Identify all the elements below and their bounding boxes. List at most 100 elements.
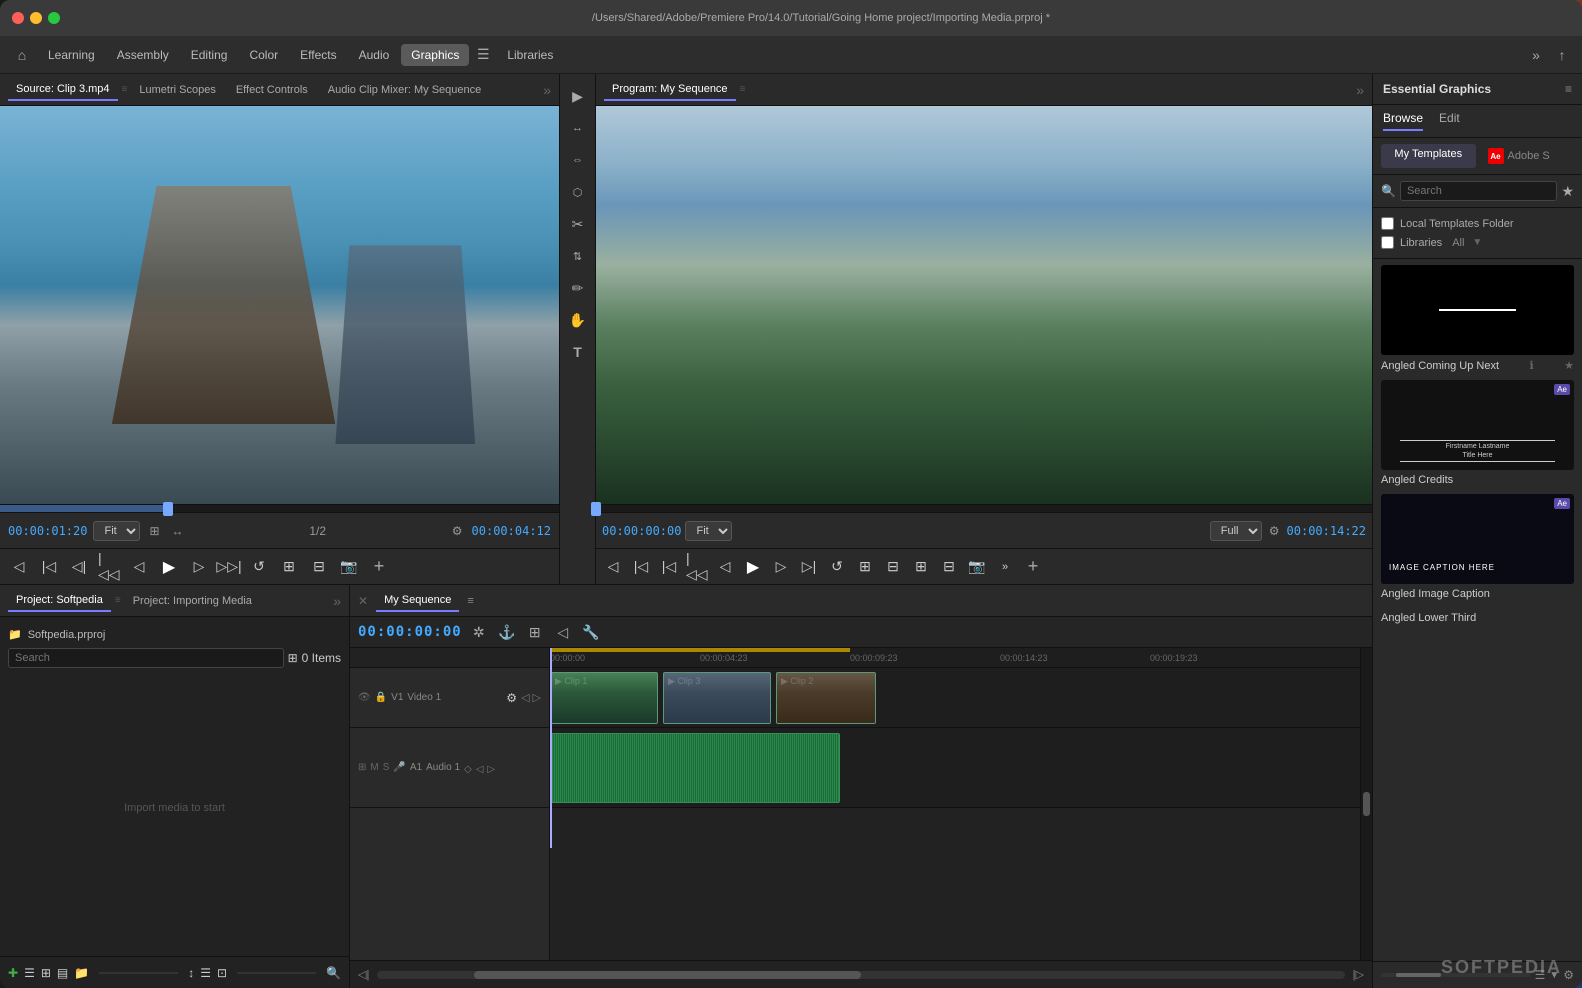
timeline-scroll-thumb[interactable] (474, 971, 861, 979)
program-safe-margin[interactable]: ⊞ (854, 556, 876, 578)
audio-next-btn[interactable]: ▷ (487, 764, 495, 775)
timeline-timecode[interactable]: 00:00:00:00 (358, 624, 462, 640)
program-prev[interactable]: |◁ (630, 556, 652, 578)
source-step-frame-back[interactable]: ◁ (128, 556, 150, 578)
timeline-horizontal-scroll[interactable] (377, 971, 1344, 979)
program-more[interactable]: » (994, 556, 1016, 578)
video-eye-icon[interactable]: 👁 (358, 692, 371, 703)
source-mark-in[interactable]: ◁ (8, 556, 30, 578)
timeline-scroll-handle[interactable] (1363, 792, 1370, 816)
audio-mute-icon[interactable]: ⊞ (358, 762, 366, 773)
menu-item-audio[interactable]: Audio (349, 44, 400, 66)
eg-search-input[interactable] (1400, 181, 1557, 201)
source-timecode[interactable]: 00:00:01:20 (8, 524, 87, 538)
program-step-frame-fwd[interactable]: ▷ (770, 556, 792, 578)
program-quality-dropdown[interactable]: Full (1210, 521, 1262, 541)
libraries-dropdown[interactable]: ▼ (1472, 237, 1482, 248)
audio-settings-icon[interactable]: M (370, 762, 378, 773)
audio-mic-icon[interactable]: 🎤 (393, 762, 405, 773)
sequence-menu[interactable]: ≡ (467, 595, 473, 607)
more-options-button[interactable]: » (1524, 43, 1548, 67)
program-loop[interactable]: ↺ (826, 556, 848, 578)
source-ctrl-3[interactable]: ⚙ (449, 522, 466, 540)
timeline-add-markers[interactable]: ⊞ (524, 621, 546, 643)
template-1-star[interactable]: ★ (1564, 359, 1574, 372)
program-step-fwd[interactable]: ▷| (798, 556, 820, 578)
tool-ripple-edit[interactable]: ⇔ (564, 146, 592, 174)
video-prev-btn[interactable]: ◁ (521, 691, 529, 704)
program-overwrite[interactable]: ⊟ (938, 556, 960, 578)
program-ctrl-1[interactable]: ⚙ (1266, 522, 1283, 540)
video-clip-1[interactable]: ▶ Clip 1 (550, 672, 658, 724)
timeline-playhead[interactable] (550, 648, 552, 848)
video-clip-2[interactable]: ▶ Clip 2 (776, 672, 876, 724)
tab-source-clip[interactable]: Source: Clip 3.mp4 (8, 79, 118, 101)
template-1-info[interactable]: ℹ (1529, 359, 1533, 372)
minimize-button[interactable] (30, 12, 42, 24)
tab-effect-controls[interactable]: Effect Controls (228, 80, 316, 100)
menu-item-graphics[interactable]: Graphics (401, 44, 469, 66)
eg-subtab-my-templates[interactable]: My Templates (1381, 144, 1476, 168)
timeline-vertical-scroll[interactable] (1360, 648, 1372, 960)
project-sort-btn[interactable]: ↕ (188, 966, 194, 980)
tool-track-select[interactable]: ↔ (564, 114, 592, 142)
timeline-snap[interactable]: ✲ (468, 621, 490, 643)
eg-star-filter[interactable]: ★ (1561, 183, 1574, 200)
menu-item-libraries[interactable]: Libraries (497, 44, 563, 66)
program-add-button[interactable]: + (1022, 556, 1044, 578)
program-scrubber[interactable] (596, 504, 1372, 512)
source-go-in[interactable]: ◁| (68, 556, 90, 578)
menu-item-color[interactable]: Color (239, 44, 288, 66)
tab-lumetri-scopes[interactable]: Lumetri Scopes (131, 80, 223, 100)
source-scrubber-handle[interactable] (163, 502, 173, 516)
source-add-button[interactable]: + (368, 556, 390, 578)
project-new-item[interactable]: ✚ (8, 966, 18, 980)
project-icon-btn[interactable]: ⊞ (288, 651, 298, 665)
menu-item-assembly[interactable]: Assembly (107, 44, 179, 66)
source-fit-dropdown[interactable]: Fit (93, 521, 140, 541)
source-camera[interactable]: 📷 (338, 556, 360, 578)
program-insert[interactable]: ⊞ (910, 556, 932, 578)
source-scrubber[interactable] (0, 504, 559, 512)
project-panel-expand[interactable]: » (333, 593, 341, 609)
tool-razor[interactable]: ✂ (564, 210, 592, 238)
program-camera[interactable]: 📷 (966, 556, 988, 578)
eg-menu-icon[interactable]: ≡ (1565, 82, 1572, 96)
timeline-mark-in-btn[interactable]: ◁| (358, 968, 369, 981)
source-overwrite[interactable]: ⊟ (308, 556, 330, 578)
program-scrubber-handle[interactable] (591, 502, 601, 516)
fullscreen-button[interactable] (48, 12, 60, 24)
tab-project-importing[interactable]: Project: Importing Media (125, 591, 260, 611)
eg-settings-btn[interactable]: ⚙ (1563, 968, 1574, 982)
timeline-close[interactable]: ✕ (358, 594, 368, 608)
tab-my-sequence[interactable]: My Sequence (376, 590, 459, 612)
source-insert[interactable]: ⊞ (278, 556, 300, 578)
tool-type[interactable]: T (564, 338, 592, 366)
eg-tab-edit[interactable]: Edit (1439, 111, 1460, 131)
source-panel-expand[interactable]: » (543, 82, 551, 98)
program-multi-cam[interactable]: ⊟ (882, 556, 904, 578)
tool-rate-stretch[interactable]: ⬡ (564, 178, 592, 206)
project-search-btn[interactable]: 🔍 (326, 966, 341, 980)
program-fit-dropdown[interactable]: Fit (685, 521, 732, 541)
timeline-linked-select[interactable]: ⚓ (496, 621, 518, 643)
project-folder-btn[interactable]: 📁 (74, 966, 89, 980)
project-settings-btn[interactable]: ☰ (200, 966, 211, 980)
program-play[interactable]: ▶ (742, 556, 764, 578)
eg-subtab-adobe-stock[interactable]: Ae Adobe S (1480, 144, 1575, 168)
template-angled-credits[interactable]: Firstname Lastname Title Here Ae Angled … (1381, 380, 1574, 486)
menu-item-learning[interactable]: Learning (38, 44, 105, 66)
tab-project-softpedia[interactable]: Project: Softpedia (8, 590, 111, 612)
source-ctrl-1[interactable]: ⊞ (146, 522, 162, 540)
template-angled-lower-third[interactable]: Ae lower third Angled Lower Third (1381, 608, 1574, 624)
close-button[interactable] (12, 12, 24, 24)
source-step-fwd[interactable]: ▷▷| (218, 556, 240, 578)
video-clip-3[interactable]: ▶ Clip 3 (663, 672, 771, 724)
tab-audio-clip-mixer[interactable]: Audio Clip Mixer: My Sequence (320, 80, 489, 100)
program-step-back[interactable]: |◁◁ (686, 556, 708, 578)
audio-prev-btn[interactable]: ◁ (476, 764, 484, 775)
local-templates-checkbox[interactable] (1381, 217, 1394, 230)
source-ctrl-2[interactable]: ↔ (169, 522, 187, 540)
audio-keyframe-btn[interactable]: ◇ (464, 764, 472, 775)
program-step-frame-back[interactable]: ◁ (714, 556, 736, 578)
